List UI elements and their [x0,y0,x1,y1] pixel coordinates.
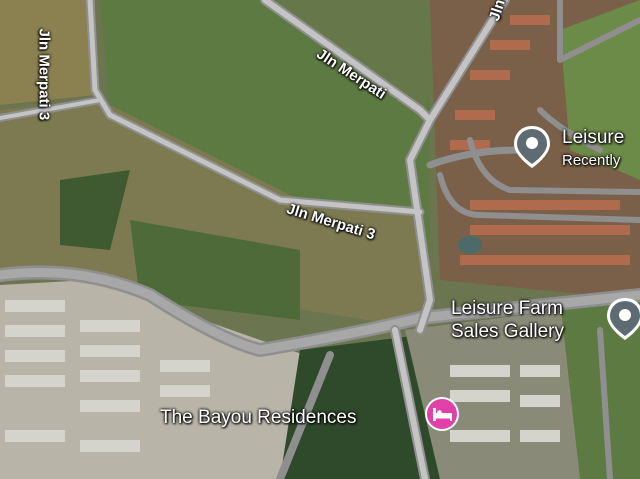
location-pin-icon [514,126,550,168]
hotel-bed-icon [425,397,459,431]
place-name: Leisure [562,127,625,148]
place-label-sales-gallery[interactable]: Leisure Farm Sales Gallery [451,297,564,343]
location-pin-icon [607,298,640,340]
road-label-merpati-3-vertical: Jln Merpati 3 [35,28,53,121]
place-label-bayou[interactable]: The Bayou Residences [160,406,356,429]
place-marker-bayou[interactable] [424,396,460,437]
place-marker-sales-gallery[interactable] [604,296,640,347]
place-label-leisure[interactable]: Leisure Recently [562,126,624,172]
place-marker-leisure[interactable] [511,124,553,175]
satellite-map[interactable]: Jln Merpati 3 Jln Merpati Jln Jln Merpat… [0,0,640,479]
place-name-line1: Leisure Farm [451,298,563,319]
place-subtitle: Recently [562,152,621,169]
place-name-line2: Sales Gallery [451,321,564,342]
